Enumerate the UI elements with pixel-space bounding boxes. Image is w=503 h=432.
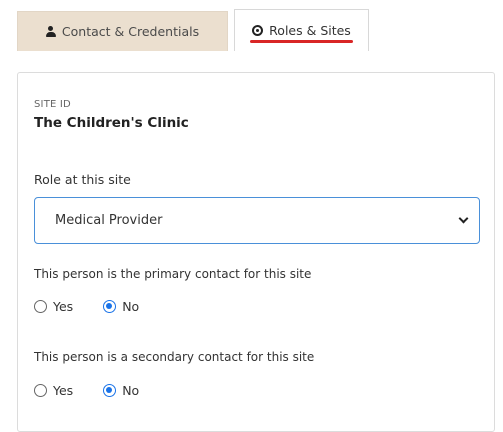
role-label: Role at this site xyxy=(34,172,131,187)
role-select[interactable]: Medical Provider xyxy=(34,197,480,244)
tab-contact-credentials[interactable]: Contact & Credentials xyxy=(17,11,228,51)
radio-label: No xyxy=(122,383,140,398)
primary-contact-question: This person is the primary contact for t… xyxy=(34,267,312,281)
radio-label: No xyxy=(122,299,140,314)
tab-label: Roles & Sites xyxy=(269,23,351,38)
primary-contact-radio-group: Yes No xyxy=(34,299,139,314)
role-select-value: Medical Provider xyxy=(55,213,163,228)
primary-contact-no-option[interactable]: No xyxy=(103,299,139,314)
secondary-contact-no-option[interactable]: No xyxy=(103,383,139,398)
site-id-label: SITE ID xyxy=(34,99,71,110)
primary-contact-yes-option[interactable]: Yes xyxy=(34,299,73,314)
secondary-contact-no-radio[interactable] xyxy=(103,384,117,397)
tab-roles-sites[interactable]: Roles & Sites xyxy=(234,9,369,51)
chevron-down-icon xyxy=(458,213,469,224)
secondary-contact-yes-option[interactable]: Yes xyxy=(34,383,73,398)
secondary-contact-radio-group: Yes No xyxy=(34,383,139,398)
user-icon xyxy=(45,26,56,37)
radio-label: Yes xyxy=(53,299,74,314)
radio-label: Yes xyxy=(53,383,74,398)
target-icon xyxy=(252,25,264,36)
tab-label: Contact & Credentials xyxy=(61,24,200,39)
site-name: The Children's Clinic xyxy=(34,115,189,131)
secondary-contact-question: This person is a secondary contact for t… xyxy=(34,350,315,364)
tab-bar: Contact & Credentials Roles & Sites xyxy=(17,9,369,51)
secondary-contact-yes-radio[interactable] xyxy=(34,384,47,397)
primary-contact-yes-radio[interactable] xyxy=(34,300,47,313)
primary-contact-no-radio[interactable] xyxy=(103,300,117,313)
site-role-card: SITE ID The Children's Clinic Role at th… xyxy=(17,72,495,432)
active-tab-indicator xyxy=(250,40,353,43)
